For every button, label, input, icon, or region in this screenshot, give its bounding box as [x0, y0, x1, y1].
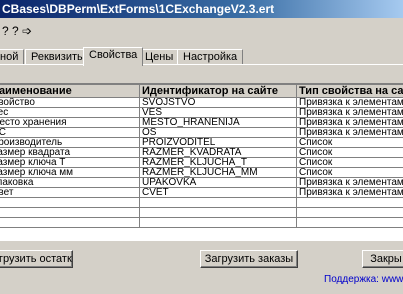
toolbar: ? ? ➩ — [0, 19, 403, 43]
column-header-property-type[interactable]: Тип свойства на са... — [296, 84, 403, 98]
table-row[interactable] — [0, 207, 403, 218]
cell-name[interactable]: Производитель — [0, 137, 140, 148]
cell-name[interactable]: ОС — [0, 127, 140, 138]
tab-main[interactable]: ной — [0, 49, 25, 65]
cell-property-type[interactable]: Привязка к элементам — [296, 177, 403, 188]
cell-site-id[interactable]: VES — [139, 107, 297, 118]
cell-name[interactable]: Свойство — [0, 97, 140, 108]
cell-property-type[interactable] — [296, 217, 403, 228]
cell-name[interactable]: Размер квадрата — [0, 147, 140, 158]
cell-property-type[interactable]: Привязка к элементам — [296, 187, 403, 198]
cell-name[interactable]: Упаковка — [0, 177, 140, 188]
table-row[interactable]: СвойствоSVOJSTVOПривязка к элементам — [0, 97, 403, 108]
cell-property-type[interactable] — [296, 207, 403, 218]
close-button[interactable]: Закры — [362, 250, 403, 268]
cell-property-type[interactable]: Привязка к элементам — [296, 97, 403, 108]
cell-name[interactable]: Цвет — [0, 187, 140, 198]
table-row[interactable] — [0, 217, 403, 228]
properties-panel: Наименование Идентификатор на сайте Тип … — [0, 64, 403, 244]
table-row[interactable]: УпаковкаUPAKOVKAПривязка к элементам — [0, 177, 403, 188]
cell-name[interactable] — [0, 217, 140, 228]
properties-grid[interactable]: Наименование Идентификатор на сайте Тип … — [0, 83, 403, 241]
cell-property-type[interactable] — [296, 197, 403, 208]
table-row[interactable]: ВесVESПривязка к элементам — [0, 107, 403, 118]
cell-name[interactable] — [0, 197, 140, 208]
cell-site-id[interactable] — [139, 217, 297, 228]
table-row[interactable]: ОСOSПривязка к элементам — [0, 127, 403, 138]
load-stock-button[interactable]: грузить остатки — [0, 250, 73, 268]
toolbar-button-1[interactable]: ? — [2, 23, 9, 39]
cell-site-id[interactable]: SVOJSTVO — [139, 97, 297, 108]
cell-site-id[interactable]: UPAKOVKA — [139, 177, 297, 188]
column-header-site-id[interactable]: Идентификатор на сайте — [139, 84, 297, 98]
cell-property-type[interactable]: Привязка к элементам — [296, 107, 403, 118]
tab-strip: ной Реквизиты Свойства Цены Настройка — [0, 47, 403, 66]
cell-name[interactable] — [0, 207, 140, 218]
tab-properties[interactable]: Свойства — [83, 47, 144, 66]
cell-site-id[interactable]: RAZMER_KVADRATA — [139, 147, 297, 158]
tab-prices[interactable]: Цены — [139, 49, 180, 65]
cell-site-id[interactable]: RAZMER_KLJUCHA_T — [139, 157, 297, 168]
cell-site-id[interactable]: MESTO_HRANENIJA — [139, 117, 297, 128]
table-row[interactable]: ПроизводительPROIZVODITELСписок — [0, 137, 403, 148]
table-row[interactable] — [0, 197, 403, 208]
cell-property-type[interactable]: Список — [296, 157, 403, 168]
cell-property-type[interactable]: Список — [296, 137, 403, 148]
tab-settings[interactable]: Настройка — [177, 49, 244, 65]
column-header-name[interactable]: Наименование — [0, 84, 140, 98]
table-row[interactable]: Размер ключа ммRAZMER_KLJUCHA_MMСписок — [0, 167, 403, 178]
arrow-icon[interactable]: ➩ — [22, 23, 32, 39]
cell-site-id[interactable] — [139, 197, 297, 208]
cell-site-id[interactable]: CVET — [139, 187, 297, 198]
cell-name[interactable]: Размер ключа Т — [0, 157, 140, 168]
cell-name[interactable]: Размер ключа мм — [0, 167, 140, 178]
support-link[interactable]: Поддержка: www.b — [324, 274, 403, 285]
load-orders-button[interactable]: Загрузить заказы — [200, 250, 298, 268]
cell-name[interactable]: Место хранения — [0, 117, 140, 128]
cell-property-type[interactable]: Привязка к элементам — [296, 127, 403, 138]
cell-site-id[interactable]: RAZMER_KLJUCHA_MM — [139, 167, 297, 178]
cell-property-type[interactable]: Список — [296, 147, 403, 158]
cell-property-type[interactable]: Список — [296, 167, 403, 178]
cell-name[interactable]: Вес — [0, 107, 140, 118]
cell-property-type[interactable]: Привязка к элементам — [296, 117, 403, 128]
cell-site-id[interactable]: OS — [139, 127, 297, 138]
table-row[interactable]: Место храненияMESTO_HRANENIJAПривязка к … — [0, 117, 403, 128]
table-row[interactable]: ЦветCVETПривязка к элементам — [0, 187, 403, 198]
window-title: CBases\DBPerm\ExtForms\1CExchangeV2.3.er… — [0, 0, 403, 18]
tab-requisites[interactable]: Реквизиты — [25, 49, 91, 65]
table-row[interactable]: Размер квадратаRAZMER_KVADRATAСписок — [0, 147, 403, 158]
cell-site-id[interactable]: PROIZVODITEL — [139, 137, 297, 148]
table-row[interactable]: Размер ключа ТRAZMER_KLJUCHA_TСписок — [0, 157, 403, 168]
cell-site-id[interactable] — [139, 207, 297, 218]
toolbar-button-2[interactable]: ? — [12, 23, 19, 39]
